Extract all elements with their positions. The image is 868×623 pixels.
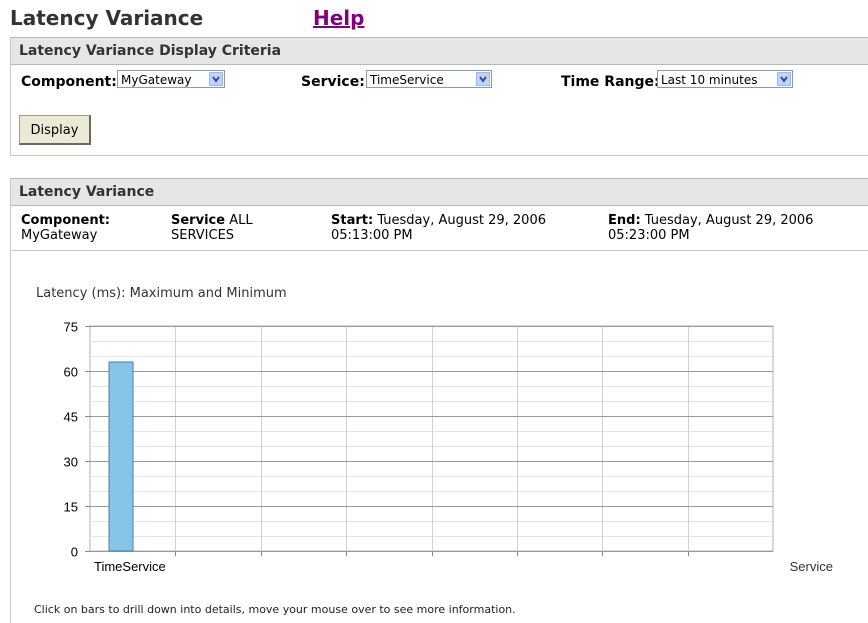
plot-area — [89, 325, 774, 552]
chart-footnote: Click on bars to drill down into details… — [34, 603, 516, 616]
latency-chart: 0 15 30 45 60 75 TimeService Service — [64, 320, 833, 575]
x-tick-label: TimeService — [94, 559, 166, 574]
y-tick-label: 75 — [64, 320, 78, 335]
y-tick-label: 15 — [64, 500, 78, 515]
y-tick-label: 30 — [64, 455, 78, 470]
bar-timeservice[interactable] — [108, 361, 134, 552]
y-tick-label: 0 — [71, 545, 78, 560]
x-axis-label: Service — [790, 559, 833, 574]
y-tick-label: 60 — [64, 365, 78, 380]
y-tick-label: 45 — [64, 410, 78, 425]
